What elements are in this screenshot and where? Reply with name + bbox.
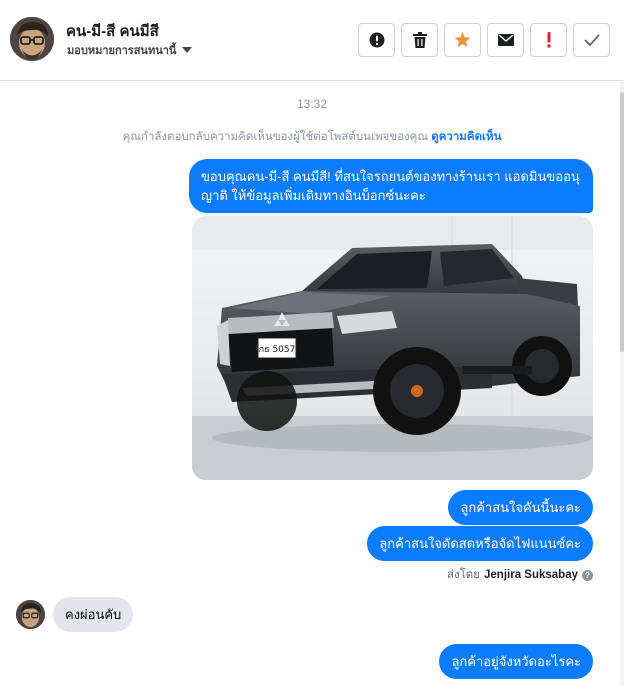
outgoing-message-bubble: ลูกค้าสนใจคันนี้นะคะ [448,490,593,525]
assign-conversation-dropdown[interactable]: มอบหมายการสนทนานี้ [67,41,193,59]
sent-by-label: ส่งโดย [446,569,481,581]
notice-text: คุณกำลังตอบกลับความคิดเห็นของผู้ใช้ต่อโพ… [122,131,429,143]
mark-unread-button[interactable] [487,23,524,57]
conversation-header: คน-มี-สี คนมีสี มอบหมายการสนทนานี้ [0,0,624,81]
conversation-actions [358,23,610,57]
mark-done-button[interactable] [573,23,610,57]
info-icon[interactable]: ? [582,569,593,581]
outgoing-message-bubble: ลูกค้าอยู่จังหวัดอะไรคะ [439,644,593,679]
contact-avatar[interactable] [10,17,54,61]
contact-name[interactable]: คน-มี-สี คนมีสี [66,19,159,43]
caret-down-icon [182,47,193,53]
trash-icon [412,32,427,48]
follow-up-button[interactable] [530,23,567,57]
incoming-message-bubble: คงผ่อนคับ [53,597,134,632]
exclamation-icon [546,32,551,48]
star-button[interactable] [444,23,481,57]
star-icon [454,32,471,48]
outgoing-message-bubble: ลูกค้าสนใจดัดสดหรือจัดไฟแนนซ์คะ [367,526,593,561]
message-image-truck[interactable]: กธ 5057 [192,216,593,480]
contact-avatar-small[interactable] [16,600,45,629]
sender-name: Jenjira Suksabay [484,569,578,581]
reply-context-notice: คุณกำลังตอบกลับความคิดเห็นของผู้ใช้ต่อโพ… [0,128,624,146]
alert-circle-icon [369,32,384,48]
message-timestamp: 13:32 [296,97,328,111]
outgoing-message-bubble: ขอบคุณคน-มี-สี คนมีสี! ที่สนใจรถยนต์ของท… [189,159,593,213]
svg-text:กธ 5057: กธ 5057 [259,345,296,355]
assign-label: มอบหมายการสนทนานี้ [67,45,177,57]
envelope-icon [497,34,514,46]
pickup-truck-photo: กธ 5057 [192,216,593,480]
view-comment-link[interactable]: ดูความคิดเห็น [431,131,501,143]
delete-button[interactable] [401,23,438,57]
thread-scrollbar[interactable] [620,82,624,686]
sent-by-attribution: ส่งโดย Jenjira Suksabay ? [447,566,593,584]
checkmark-icon [583,34,600,46]
report-spam-button[interactable] [358,23,395,57]
